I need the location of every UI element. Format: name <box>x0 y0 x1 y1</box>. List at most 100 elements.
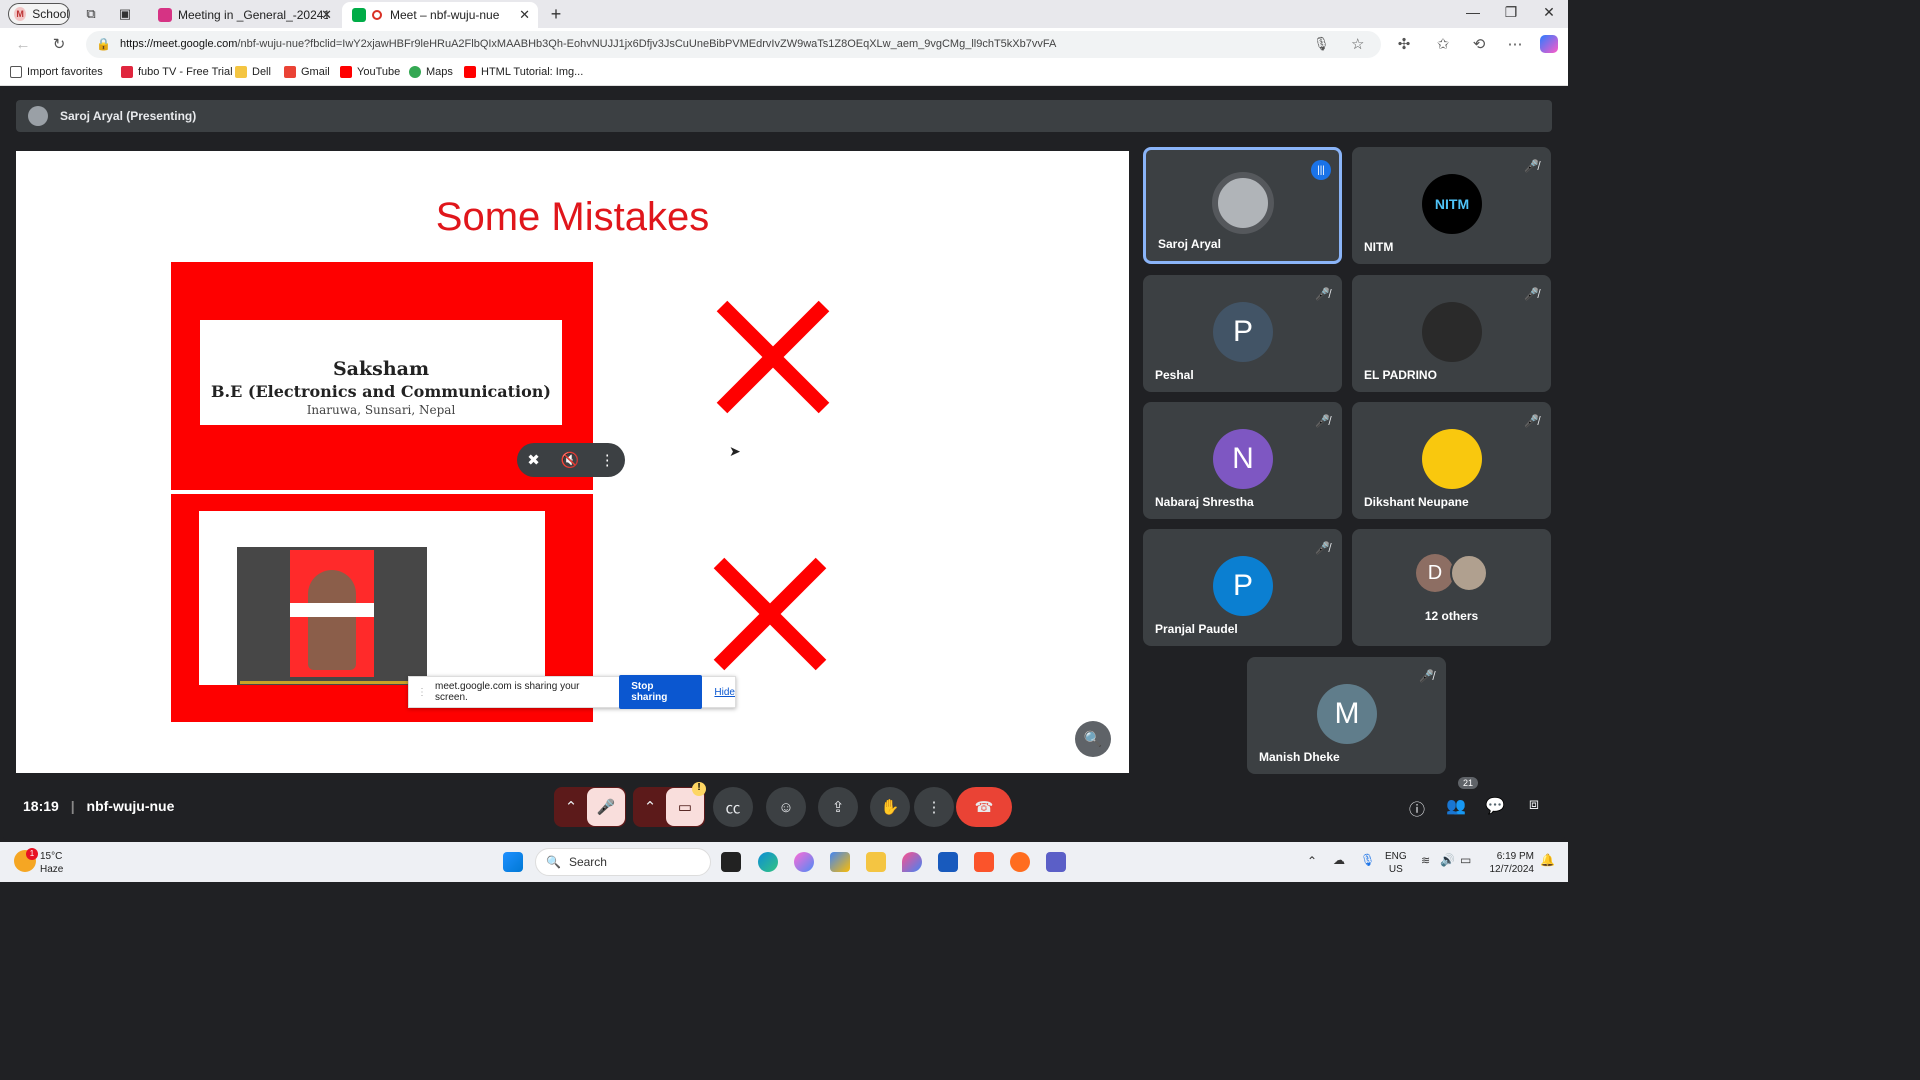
file-explorer-icon[interactable] <box>866 852 886 872</box>
participant-tile-manish[interactable]: M 🎤̸ Manish Dheke <box>1247 657 1446 774</box>
mic-in-use-icon[interactable]: 🎙 <box>1360 853 1375 867</box>
favorite-star-icon[interactable]: ☆ <box>1351 35 1364 53</box>
participant-tile-el-padrino[interactable]: 🎤̸ EL PADRINO <box>1352 275 1551 392</box>
profile-button[interactable]: M School <box>8 3 70 25</box>
chevron-up-icon[interactable]: ⌃ <box>1307 854 1317 868</box>
leave-call-button[interactable]: ☎ <box>956 787 1012 827</box>
participant-name: Dikshant Neupane <box>1364 495 1469 509</box>
reload-icon[interactable]: ↻ <box>50 35 68 53</box>
hide-button[interactable]: Hide <box>714 687 735 698</box>
activities-icon[interactable]: ⧈ <box>1522 796 1546 814</box>
present-button[interactable]: ⇪ <box>818 787 858 827</box>
notification-badge: 1 <box>26 848 38 860</box>
bookmark-html-tutorial[interactable]: HTML Tutorial: Img... <box>464 66 583 78</box>
restore-icon[interactable]: ❐ <box>1501 4 1521 21</box>
address-bar-row: ← ↻ 🔒 https://meet.google.com/nbf-wuju-n… <box>0 28 1568 60</box>
gemini-icon[interactable] <box>830 852 850 872</box>
unpin-icon[interactable]: ✖ <box>527 451 540 469</box>
favorites-icon[interactable]: ✩ <box>1434 35 1452 53</box>
history-icon[interactable]: ⟲ <box>1470 35 1488 53</box>
copilot-icon[interactable] <box>1540 35 1558 53</box>
bookmark-maps[interactable]: Maps <box>409 66 453 78</box>
photos-icon[interactable] <box>902 852 922 872</box>
reactions-button[interactable]: ☺ <box>766 787 806 827</box>
participant-tile-saroj[interactable]: ||| Saroj Aryal <box>1143 147 1342 264</box>
microphone-icon[interactable]: 🎙 <box>1313 36 1330 52</box>
bookmark-import[interactable]: Import favorites <box>10 66 103 78</box>
lang-top: ENG <box>1385 851 1407 862</box>
app-icon[interactable] <box>1010 852 1030 872</box>
bookmark-youtube[interactable]: YouTube <box>340 66 400 78</box>
hand-icon: ✋ <box>880 799 900 816</box>
close-window-icon[interactable]: ✕ <box>1539 4 1559 21</box>
system-clock[interactable]: 6:19 PM 12/7/2024 <box>1484 850 1535 876</box>
teams-icon[interactable] <box>1046 852 1066 872</box>
search-label: Search <box>568 855 607 869</box>
onedrive-icon[interactable]: ☁ <box>1333 853 1345 867</box>
extensions-icon[interactable]: ✣ <box>1395 35 1413 53</box>
weather-widget[interactable]: 15°C Haze <box>40 850 63 876</box>
minimize-icon[interactable]: — <box>1463 4 1483 20</box>
new-tab-icon[interactable]: + <box>548 4 564 24</box>
captions-button[interactable]: ㏄ <box>713 787 753 827</box>
tab-teams-meeting[interactable]: Meeting in _General_-20241114_( ✕ <box>148 2 340 28</box>
close-tab-icon[interactable]: ✕ <box>321 7 332 23</box>
word-icon[interactable] <box>938 852 958 872</box>
bookmark-fubo[interactable]: fubo TV - Free Trial <box>121 66 233 78</box>
taskbar-search[interactable]: 🔍 Search <box>535 848 711 876</box>
stop-sharing-button[interactable]: Stop sharing <box>619 675 703 709</box>
people-icon[interactable]: 👥 <box>1444 796 1468 816</box>
mute-tile-icon[interactable]: 🔇 <box>560 451 579 469</box>
chat-icon[interactable]: 💬 <box>1483 796 1507 816</box>
participant-tile-pranjal[interactable]: P 🎤̸ Pranjal Paudel <box>1143 529 1342 646</box>
meeting-details-icon[interactable]: ⓘ <box>1405 796 1429 820</box>
person-silhouette <box>308 570 356 670</box>
captions-icon: ㏄ <box>725 799 741 817</box>
site-info-icon[interactable]: 🔒 <box>96 37 111 51</box>
participant-tile-peshal[interactable]: P 🎤̸ Peshal <box>1143 275 1342 392</box>
copilot-app-icon[interactable] <box>794 852 814 872</box>
participant-tile-nitm[interactable]: NITM 🎤̸ NITM <box>1352 147 1551 264</box>
avatar <box>1422 302 1482 362</box>
participant-tile-others[interactable]: D 12 others <box>1352 529 1551 646</box>
maps-icon <box>409 66 421 78</box>
presenter-bar: Saroj Aryal (Presenting) <box>16 100 1552 132</box>
task-view-icon[interactable] <box>721 852 741 872</box>
wifi-icon[interactable]: ≋ <box>1421 854 1430 867</box>
mic-off-icon[interactable]: 🎤 <box>587 788 625 826</box>
microphone-toggle[interactable]: ⌃ 🎤 <box>554 787 626 827</box>
edge-icon[interactable] <box>758 852 778 872</box>
others-count: 12 others <box>1424 609 1479 623</box>
participant-tile-dikshant[interactable]: 🎤̸ Dikshant Neupane <box>1352 402 1551 519</box>
chevron-up-icon[interactable]: ⌃ <box>634 798 666 816</box>
notifications-bell-icon[interactable]: 🔔 <box>1540 853 1555 867</box>
raise-hand-button[interactable]: ✋ <box>870 787 910 827</box>
language-indicator[interactable]: ENG US <box>1385 850 1407 876</box>
redaction-bar <box>290 603 374 617</box>
zoom-icon[interactable]: 🔍 <box>1075 721 1111 757</box>
volume-icon[interactable]: 🔊 <box>1440 853 1455 867</box>
chevron-up-icon[interactable]: ⌃ <box>555 798 587 816</box>
battery-icon[interactable]: ▭ <box>1460 853 1471 867</box>
bookmark-gmail[interactable]: Gmail <box>284 66 330 78</box>
search-icon: 🔍 <box>546 855 561 869</box>
participant-name: Pranjal Paudel <box>1155 622 1238 636</box>
tab-meet[interactable]: Meet – nbf-wuju-nue ✕ <box>342 2 538 28</box>
tab-actions-icon[interactable]: ▣ <box>117 6 133 22</box>
more-options-icon[interactable]: ⋮ <box>600 451 615 469</box>
avatar-initial: N <box>1213 429 1273 489</box>
participant-tile-nabaraj[interactable]: N 🎤̸ Nabaraj Shrestha <box>1143 402 1342 519</box>
workspaces-icon[interactable]: ⧉ <box>83 6 99 22</box>
drag-handle-icon[interactable]: ⋮ <box>417 687 427 698</box>
bookmark-dell[interactable]: Dell <box>235 66 271 78</box>
back-icon[interactable]: ← <box>14 35 32 53</box>
brave-icon[interactable] <box>974 852 994 872</box>
address-bar[interactable]: 🔒 https://meet.google.com/nbf-wuju-nue?f… <box>86 31 1381 58</box>
start-icon[interactable] <box>503 852 523 872</box>
tab-title: Meeting in _General_-20241114_( <box>178 8 328 22</box>
more-menu-icon[interactable]: ⋯ <box>1506 35 1524 53</box>
close-tab-icon[interactable]: ✕ <box>519 7 530 23</box>
more-options-button[interactable]: ⋮ <box>914 787 954 827</box>
meeting-time: 18:19 <box>23 798 59 814</box>
meeting-code: nbf-wuju-nue <box>86 798 175 814</box>
